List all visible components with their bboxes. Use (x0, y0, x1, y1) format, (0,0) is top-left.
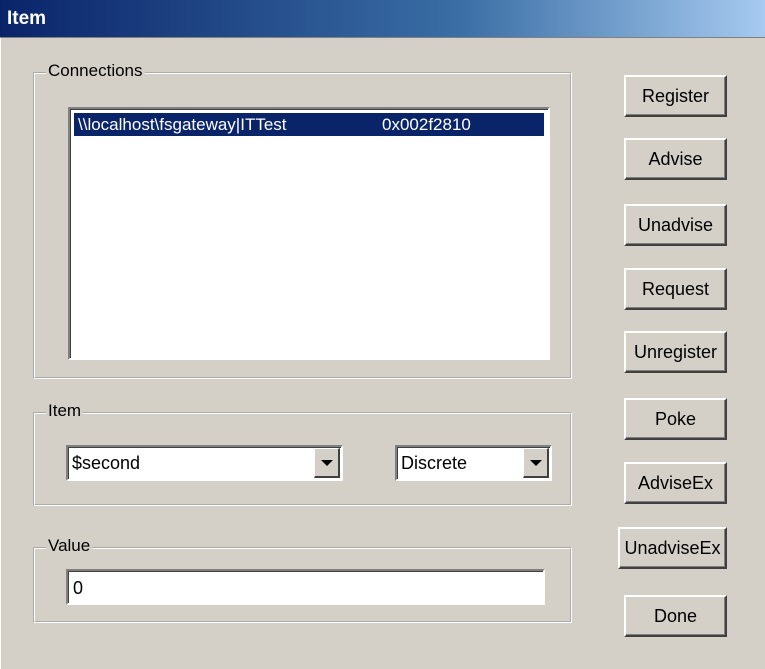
connection-list-item[interactable]: \\localhost\fsgateway|ITTest 0x002f2810 (74, 113, 544, 136)
value-input[interactable]: 0 (66, 569, 545, 605)
connection-path: \\localhost\fsgateway|ITTest (78, 115, 287, 134)
register-button[interactable]: Register (624, 75, 727, 117)
chevron-down-icon (320, 459, 333, 466)
item-type-value: Discrete (401, 453, 468, 473)
value-label: Value (46, 536, 93, 556)
connection-handle: 0x002f2810 (382, 115, 471, 134)
title-bar[interactable]: Item (0, 0, 765, 38)
item-name-dropdown-button[interactable] (314, 448, 340, 478)
advise-button[interactable]: Advise (624, 138, 727, 180)
unregister-button[interactable]: Unregister (624, 331, 727, 373)
connections-listbox[interactable]: \\localhost\fsgateway|ITTest 0x002f2810 (68, 107, 550, 360)
chevron-down-icon (529, 459, 542, 466)
unadviseex-button[interactable]: UnadviseEx (618, 527, 727, 569)
request-button[interactable]: Request (624, 268, 727, 310)
item-type-dropdown-button[interactable] (523, 448, 549, 478)
done-button[interactable]: Done (624, 595, 727, 637)
value-text: 0 (73, 578, 84, 598)
window-title: Item (7, 8, 47, 29)
unadvise-button[interactable]: Unadvise (624, 204, 727, 246)
adviseex-button[interactable]: AdviseEx (624, 462, 727, 504)
item-name-value: $second (72, 453, 141, 473)
window-border (0, 38, 1, 669)
poke-button[interactable]: Poke (624, 398, 727, 440)
connections-label: Connections (46, 61, 145, 81)
item-type-combobox[interactable]: Discrete (395, 445, 552, 481)
item-name-combobox[interactable]: $second (66, 445, 343, 481)
item-label: Item (46, 401, 84, 421)
